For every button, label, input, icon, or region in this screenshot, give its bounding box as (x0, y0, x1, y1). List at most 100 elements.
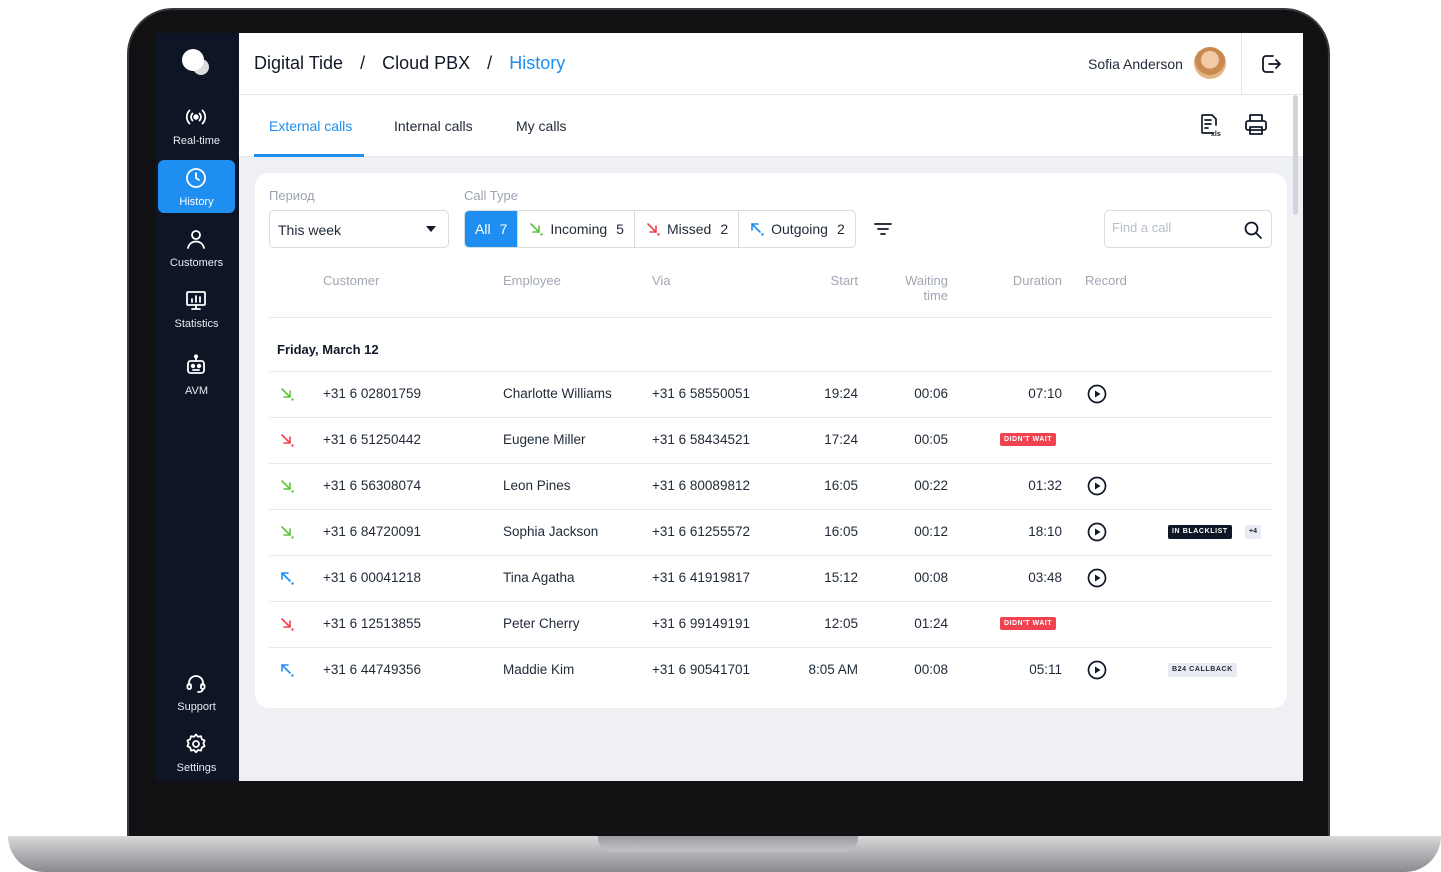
cell-waiting: 00:22 (914, 478, 948, 493)
calltype-incoming-label: Incoming (550, 221, 608, 237)
cell-waiting: 00:08 (914, 570, 948, 585)
person-icon (187, 230, 205, 249)
cell-customer[interactable]: +31 6 51250442 (323, 432, 421, 447)
calltype-incoming[interactable]: Incoming 5 (518, 211, 635, 247)
laptop-notch (598, 836, 858, 852)
incoming-arrow-icon (281, 526, 294, 539)
table-row[interactable]: +31 6 84720091 Sophia Jackson +31 6 612555… (255, 509, 1287, 555)
broadcast-icon (185, 109, 207, 125)
missed-arrow-icon (647, 223, 660, 236)
cell-customer[interactable]: +31 6 56308074 (323, 478, 421, 493)
calltype-missed-count: 2 (720, 221, 729, 237)
sidebar-item-support[interactable]: Support (158, 665, 235, 718)
cell-start: 15:12 (824, 570, 858, 585)
col-header-customer: Customer (323, 273, 380, 288)
avatar[interactable] (1194, 47, 1226, 79)
app-logo-icon[interactable] (180, 47, 214, 81)
callback-tag[interactable]: B24 CALLBACK (1168, 663, 1237, 677)
play-record-icon[interactable] (1087, 660, 1107, 680)
didnt-wait-badge: DIDN'T WAIT (1000, 433, 1056, 446)
cell-customer[interactable]: +31 6 12513855 (323, 616, 421, 631)
calltype-all[interactable]: All 7 (465, 211, 519, 247)
play-record-icon[interactable] (1087, 568, 1107, 588)
sidebar-item-customers[interactable]: Customers (158, 221, 235, 274)
export-xls-icon[interactable]: xls (1197, 112, 1223, 138)
calltype-outgoing-count: 2 (836, 221, 845, 237)
robot-icon (187, 354, 205, 374)
blacklist-tag[interactable]: IN BLACKLIST (1168, 525, 1232, 539)
cell-waiting: 01:24 (914, 616, 948, 631)
svg-text:xls: xls (1211, 131, 1221, 138)
sidebar-item-settings[interactable]: Settings (158, 726, 235, 779)
cell-employee: Eugene Miller (503, 432, 586, 447)
sidebar-item-label: AVM (184, 385, 209, 397)
sidebar-item-label: Real-time (172, 135, 221, 147)
breadcrumb-separator: / (360, 53, 366, 73)
cell-duration: 18:10 (1028, 524, 1062, 539)
table-row[interactable]: +31 6 02801759 Charlotte Williams +31 6 58… (255, 371, 1287, 417)
more-tags-badge[interactable]: +4 (1245, 525, 1261, 539)
period-label: Период (269, 188, 315, 203)
sidebar-item-avm[interactable]: AVM (158, 347, 235, 400)
headset-icon (186, 675, 206, 693)
cell-customer[interactable]: +31 6 00041218 (323, 570, 421, 585)
breadcrumb-section[interactable]: Cloud PBX (382, 53, 470, 73)
table-row[interactable]: +31 6 44749356 Maddie Kim +31 6 90541701 8:… (255, 647, 1287, 693)
sidebar-item-label: History (179, 196, 214, 208)
tab-my-calls[interactable]: My calls (516, 118, 567, 134)
breadcrumb-separator: / (487, 53, 493, 73)
sidebar-item-realtime[interactable]: Real-time (158, 99, 235, 152)
cell-employee: Charlotte Williams (503, 386, 612, 401)
caret-down-icon (426, 226, 436, 232)
scrollbar-thumb[interactable] (1293, 95, 1298, 215)
cell-waiting: 00:08 (914, 662, 948, 677)
tab-internal-calls[interactable]: Internal calls (394, 118, 473, 134)
cell-duration: 07:10 (1028, 386, 1062, 401)
search-box (1104, 210, 1272, 248)
breadcrumb: Digital Tide / Cloud PBX / History (254, 53, 577, 74)
logout-icon[interactable] (1259, 52, 1283, 76)
cell-via: +31 6 41919817 (652, 570, 750, 585)
col-header-record: Record (1085, 273, 1127, 288)
active-tab-indicator (254, 154, 364, 157)
table-row[interactable]: +31 6 51250442 Eugene Miller +31 6 5843452… (255, 417, 1287, 463)
calltype-missed[interactable]: Missed 2 (635, 211, 740, 247)
cell-via: +31 6 99149191 (652, 616, 750, 631)
user-name[interactable]: Sofia Anderson (1088, 56, 1183, 72)
tab-external-calls[interactable]: External calls (269, 118, 352, 134)
calltype-missed-label: Missed (666, 221, 712, 237)
breadcrumb-current: History (509, 53, 566, 73)
breadcrumb-root[interactable]: Digital Tide (254, 53, 343, 73)
cell-customer[interactable]: +31 6 84720091 (323, 524, 421, 539)
sidebar-item-statistics[interactable]: Statistics (158, 282, 235, 335)
play-record-icon[interactable] (1087, 384, 1107, 404)
play-record-icon[interactable] (1087, 476, 1107, 496)
calltype-segmented: All 7 Incoming 5 Missed 2 Outgoing 2 (464, 210, 856, 248)
table-row[interactable]: +31 6 56308074 Leon Pines +31 6 80089812 16… (255, 463, 1287, 509)
cell-via: +31 6 80089812 (652, 478, 750, 493)
clock-icon (186, 168, 206, 188)
table-row[interactable]: +31 6 00041218 Tina Agatha +31 6 41919817 1… (255, 555, 1287, 601)
filter-icon[interactable] (872, 219, 894, 239)
col-header-duration: Duration (1012, 273, 1062, 288)
cell-via: +31 6 90541701 (652, 662, 750, 677)
app-screen: Real-time History Customers Statistics A… (155, 33, 1303, 781)
table-row[interactable]: +31 6 12513855 Peter Cherry +31 6 99149191… (255, 601, 1287, 647)
cell-via: +31 6 58550051 (652, 386, 750, 401)
cell-customer[interactable]: +31 6 02801759 (323, 386, 421, 401)
calltype-outgoing[interactable]: Outgoing 2 (739, 211, 855, 247)
calltype-all-label: All (475, 221, 491, 237)
play-record-icon[interactable] (1087, 522, 1107, 542)
incoming-arrow-icon (530, 223, 544, 236)
cell-customer[interactable]: +31 6 44749356 (323, 662, 421, 677)
print-icon[interactable] (1243, 112, 1269, 138)
col-header-waiting: Waiting time (885, 273, 948, 303)
cell-employee: Tina Agatha (503, 570, 575, 585)
col-header-via: Via (652, 273, 671, 288)
period-select[interactable]: This week (269, 210, 449, 248)
search-icon[interactable] (1243, 220, 1263, 240)
search-input[interactable] (1112, 220, 1232, 235)
cell-duration: 01:32 (1028, 478, 1062, 493)
sidebar-item-label: Support (177, 701, 216, 713)
sidebar-item-history[interactable]: History (158, 160, 235, 213)
